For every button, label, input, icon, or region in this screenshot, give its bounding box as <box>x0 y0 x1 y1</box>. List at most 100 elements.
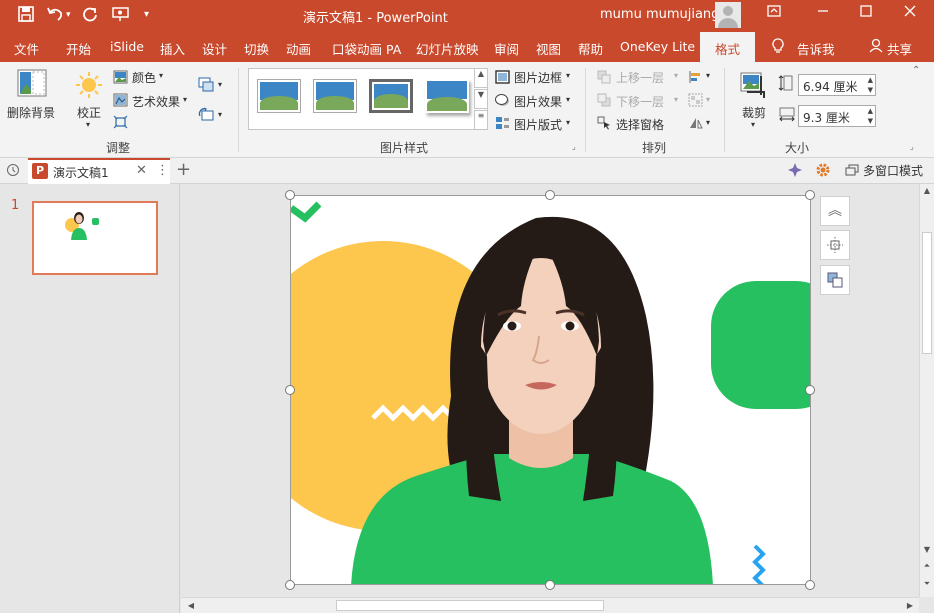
horizontal-scroll-thumb[interactable] <box>336 600 604 611</box>
vertical-scrollbar[interactable]: ▲ ▼ ⏶ ⏷ <box>919 184 934 597</box>
previous-slide-icon[interactable]: ⏶ <box>922 561 932 571</box>
layout-options-icon[interactable] <box>820 230 850 260</box>
tab-file[interactable]: 文件 <box>14 39 39 58</box>
send-backward-icon[interactable] <box>597 93 612 110</box>
gallery-up-icon[interactable]: ▲ <box>474 68 488 88</box>
group-icon[interactable] <box>688 93 703 110</box>
gallery-more-icon[interactable]: ≡ <box>474 110 488 130</box>
crop-dropdown-icon[interactable]: ▾ <box>751 120 755 129</box>
tab-review[interactable]: 审阅 <box>494 39 519 58</box>
settings-gear-icon[interactable] <box>815 162 831 181</box>
resize-handle-tl[interactable] <box>285 190 295 200</box>
spin-arrows-icon[interactable]: ▲ ▼ <box>868 75 873 95</box>
crop-icon[interactable] <box>738 70 768 103</box>
bring-forward-dropdown-icon[interactable]: ▾ <box>674 71 678 80</box>
corrections-dropdown-icon[interactable]: ▾ <box>86 120 90 129</box>
resize-handle-left[interactable] <box>285 385 295 395</box>
customize-toolbar-icon[interactable]: ▾ <box>144 9 149 20</box>
close-icon[interactable] <box>900 5 920 21</box>
sun-icon[interactable] <box>74 70 104 103</box>
picture-border-button[interactable]: 图片边框 <box>514 69 562 86</box>
tab-islide[interactable]: iSlide <box>110 39 144 54</box>
gallery-down-icon[interactable]: ▼ <box>474 89 488 109</box>
resize-handle-bottom[interactable] <box>545 580 555 590</box>
present-icon[interactable] <box>112 6 130 26</box>
remove-background-button[interactable]: 删除背景 <box>7 104 55 121</box>
group-dropdown-icon[interactable]: ▾ <box>706 95 710 104</box>
multi-window-icon[interactable] <box>845 164 859 179</box>
undo-dropdown-icon[interactable]: ▾ <box>66 10 71 20</box>
selection-pane-button[interactable]: 选择窗格 <box>616 116 664 133</box>
collapse-toolbar-icon[interactable]: ︽ <box>820 196 850 226</box>
resize-handle-tr[interactable] <box>805 190 815 200</box>
align-icon[interactable] <box>688 70 703 87</box>
user-name[interactable]: mumu mumujiang <box>600 7 719 22</box>
send-backward-button[interactable]: 下移一层 <box>616 93 664 110</box>
tab-onekey-lite[interactable]: OneKey Lite <box>620 39 695 54</box>
rotate-icon[interactable] <box>688 116 703 133</box>
remove-background-icon[interactable] <box>16 68 48 103</box>
picture-layout-icon[interactable] <box>495 116 510 133</box>
resize-handle-br[interactable] <box>805 580 815 590</box>
ribbon-display-icon[interactable] <box>764 5 784 21</box>
change-picture-dropdown-icon[interactable]: ▾ <box>218 80 222 89</box>
document-tab[interactable]: P 演示文稿1 ✕ ⋮ <box>28 158 170 184</box>
picture-border-dropdown-icon[interactable]: ▾ <box>566 71 570 80</box>
picture-effects-icon[interactable] <box>495 93 510 110</box>
tab-view[interactable]: 视图 <box>536 39 561 58</box>
picture-styles-gallery[interactable] <box>248 68 488 130</box>
tab-insert[interactable]: 插入 <box>160 39 185 58</box>
picture-layout-dropdown-icon[interactable]: ▾ <box>566 118 570 127</box>
redo-icon[interactable] <box>82 6 98 26</box>
vertical-scroll-thumb[interactable] <box>922 232 932 354</box>
tab-help[interactable]: 帮助 <box>578 39 603 58</box>
resize-handle-top[interactable] <box>545 190 555 200</box>
picture-style-thumb[interactable] <box>425 79 469 113</box>
art-effects-icon[interactable] <box>113 93 128 110</box>
color-button[interactable]: 颜色 <box>132 69 156 86</box>
align-dropdown-icon[interactable]: ▾ <box>706 71 710 80</box>
crop-button[interactable]: 裁剪 <box>742 104 766 121</box>
arrange-objects-icon[interactable] <box>820 265 850 295</box>
width-field[interactable]: 9.3 厘米 ▲ ▼ <box>798 105 876 127</box>
tab-pocket-animation[interactable]: 口袋动画 PA <box>332 39 401 58</box>
resize-handle-bl[interactable] <box>285 580 295 590</box>
share-button[interactable]: 共享 <box>887 39 912 58</box>
tab-menu-icon[interactable]: ⋮ <box>156 163 169 178</box>
save-icon[interactable] <box>18 6 34 26</box>
tab-design[interactable]: 设计 <box>202 39 227 58</box>
person-icon[interactable] <box>869 38 883 56</box>
tab-format[interactable]: 格式 <box>700 32 756 62</box>
picture-effects-button[interactable]: 图片效果 <box>514 93 562 110</box>
collapse-ribbon-icon[interactable]: ⌃ <box>912 65 920 76</box>
picture-effects-dropdown-icon[interactable]: ▾ <box>566 95 570 104</box>
bring-forward-icon[interactable] <box>597 70 612 87</box>
slide[interactable] <box>290 195 811 585</box>
selection-pane-icon[interactable] <box>597 116 612 133</box>
close-tab-icon[interactable]: ✕ <box>136 163 147 178</box>
reset-picture-icon[interactable] <box>198 107 214 125</box>
tab-slideshow[interactable]: 幻灯片放映 <box>416 39 479 58</box>
height-value[interactable]: 6.94 厘米 <box>803 80 858 94</box>
width-value[interactable]: 9.3 厘米 <box>803 111 850 125</box>
tab-home[interactable]: 开始 <box>66 39 91 58</box>
tab-history-icon[interactable] <box>6 163 20 180</box>
lightbulb-icon[interactable] <box>772 38 784 56</box>
slide-canvas[interactable]: ︽ <box>181 184 919 597</box>
picture[interactable] <box>291 196 811 585</box>
scroll-right-icon[interactable]: ▶ <box>905 601 915 610</box>
size-dialog-launcher-icon[interactable]: ⌟ <box>910 142 914 151</box>
art-effects-dropdown-icon[interactable]: ▾ <box>183 95 187 104</box>
picture-border-icon[interactable] <box>495 70 510 87</box>
picture-style-thumb[interactable] <box>369 79 413 113</box>
send-backward-dropdown-icon[interactable]: ▾ <box>674 95 678 104</box>
art-effects-button[interactable]: 艺术效果 <box>132 93 180 110</box>
tab-transitions[interactable]: 切换 <box>244 39 269 58</box>
color-dropdown-icon[interactable]: ▾ <box>159 71 163 80</box>
avatar[interactable] <box>715 2 741 28</box>
bring-forward-button[interactable]: 上移一层 <box>616 69 664 86</box>
horizontal-scrollbar[interactable]: ◀ ▶ <box>181 597 919 613</box>
slide-thumbnail[interactable] <box>32 201 158 275</box>
document-tab-label[interactable]: 演示文稿1 <box>53 164 109 181</box>
minimize-icon[interactable] <box>813 5 833 21</box>
